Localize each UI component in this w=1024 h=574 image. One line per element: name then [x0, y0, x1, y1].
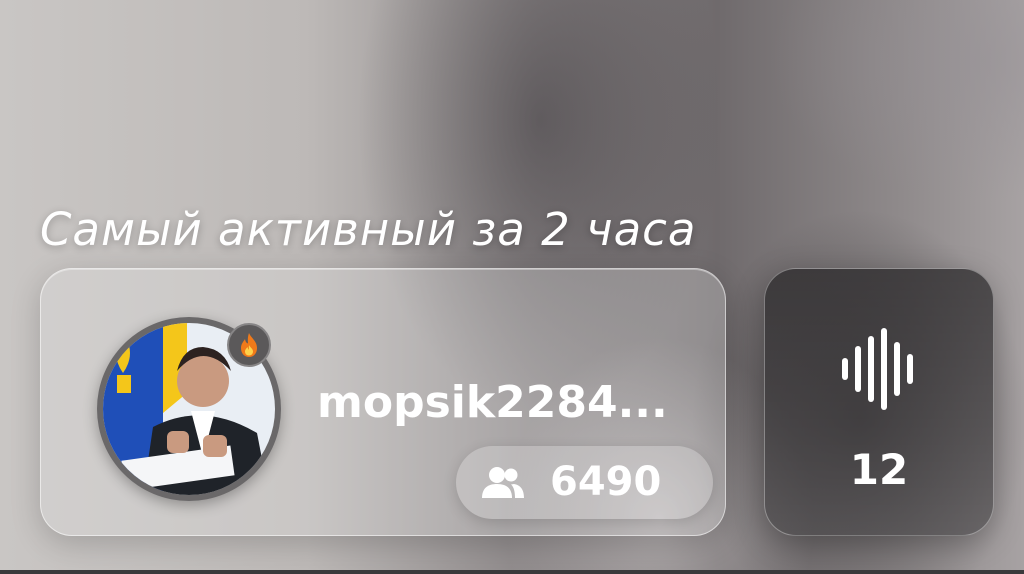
username[interactable]: mopsik2284...: [317, 377, 668, 428]
voice-card[interactable]: 12: [764, 268, 994, 536]
users-icon: [480, 466, 526, 504]
voice-count: 12: [849, 445, 909, 494]
followers-pill: 6490: [456, 446, 713, 519]
sound-wave-icon: [837, 327, 921, 415]
fire-icon: [227, 323, 271, 367]
followers-count: 6490: [550, 459, 662, 505]
top-user-card[interactable]: mopsik2284... 6490: [40, 268, 726, 536]
section-title: Самый активный за 2 часа: [40, 203, 697, 256]
bottom-divider: [0, 570, 1024, 574]
